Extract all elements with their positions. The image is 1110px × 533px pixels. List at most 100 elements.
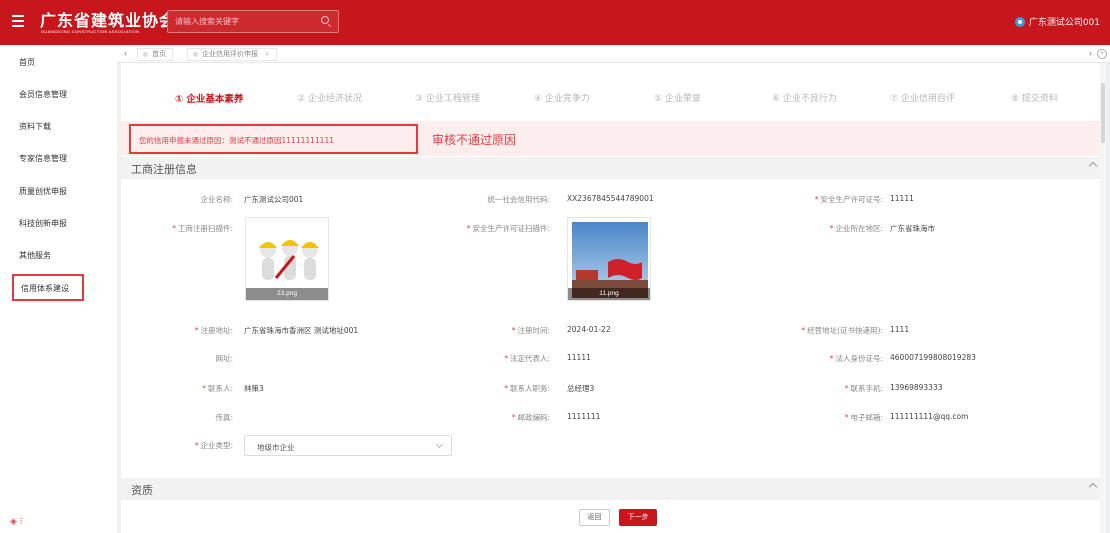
postcode-label-text: 邮政编码: — [517, 413, 550, 422]
step-1[interactable]: ① 企业基本素养 — [175, 91, 243, 105]
safety-scan-label-text: 安全生产许可证扫描件: — [472, 224, 550, 233]
reg-scan-label-text: 工商注册扫描件: — [177, 224, 233, 233]
safety-cert-value: 11111 — [890, 194, 914, 203]
step-7[interactable]: ⑦ 企业信用自评 — [890, 91, 955, 104]
company-type-value: 地级市企业 — [257, 443, 295, 452]
company-name-value: 广东测试公司001 — [244, 195, 304, 204]
chevron-up-icon[interactable] — [1088, 161, 1098, 171]
company-type-label-text: 企业类型: — [200, 441, 233, 450]
sidebar: 首页 会员信息管理 资料下载 专家信息管理 质量创优申报 科技创新申报 其他服务… — [0, 45, 117, 533]
scrollbar-thumb[interactable] — [1101, 83, 1105, 143]
tab-label: 企业信用评价申报 — [202, 50, 258, 58]
contact-label-text: 联系人: — [207, 384, 233, 393]
section-title: 工商注册信息 — [131, 163, 197, 176]
region-label: * 企业所在地区: — [829, 224, 883, 233]
menu-toggle-icon[interactable] — [12, 15, 24, 27]
tab-label: 首页 — [152, 50, 166, 58]
reg-scan-filename: 23.png — [246, 288, 328, 300]
logo-icon[interactable]: ◈ ⁝ — [10, 517, 23, 527]
tab-home[interactable]: 首页 — [137, 48, 173, 61]
sidebar-item-member[interactable]: 会员信息管理 — [19, 89, 67, 100]
sidebar-item-innovation[interactable]: 科技创新申报 — [19, 218, 67, 229]
search-icon[interactable] — [321, 16, 329, 24]
reg-time-value: 2024-01-22 — [567, 325, 611, 334]
tabs-prev-icon[interactable]: ‹ — [124, 48, 127, 58]
step-8[interactable]: ⑧ 提交资料 — [1011, 91, 1058, 104]
legal-rep-label-text: 法定代表人: — [509, 354, 550, 363]
legal-id-value: 460007199808019283 — [890, 353, 976, 362]
step-3[interactable]: ③ 企业工程管理 — [415, 91, 480, 104]
safety-scan-label: * 安全生产许可证扫描件: — [466, 224, 550, 233]
rejection-alert: 您的信用申报未通过原因：测试不通过原因11111111111 审核不通过原因 — [121, 121, 1106, 156]
logo-title: 广东省建筑业协会 — [40, 11, 177, 30]
section-header-registration[interactable]: 工商注册信息 — [121, 157, 1106, 179]
phone-label: * 联系手机: — [844, 384, 883, 393]
step-5[interactable]: ⑤ 企业荣誉 — [654, 91, 701, 104]
user-menu[interactable]: 广东测试公司001 — [1014, 15, 1100, 28]
scrollbar[interactable] — [1100, 63, 1106, 533]
top-header: 广东省建筑业协会 GUANGDONG CONSTRUCTION ASSOCIAT… — [0, 0, 1110, 45]
sidebar-item-credit[interactable]: 信用体系建设 — [12, 274, 84, 301]
postcode-value: 1111111 — [567, 412, 601, 421]
credit-code-value: XX2367845544789001 — [567, 194, 654, 203]
fax-label: 传真: — [215, 413, 233, 422]
reg-time-label-text: 注册时间: — [517, 326, 550, 335]
region-value: 广东省珠海市 — [890, 224, 935, 233]
rejection-message: 您的信用申报未通过原因：测试不通过原因11111111111 — [129, 124, 418, 154]
search-box — [167, 10, 339, 33]
chevron-up-icon[interactable] — [1088, 482, 1098, 492]
phone-label-text: 联系手机: — [850, 384, 883, 393]
legal-id-label: * 法人身份证号: — [829, 354, 883, 363]
safety-cert-label-text: 安全生产许可证号: — [820, 195, 883, 204]
contact-label: * 联系人: — [202, 384, 233, 393]
search-input[interactable] — [168, 11, 308, 32]
back-button[interactable]: 返回 — [579, 509, 610, 526]
reg-time-label: * 注册时间: — [511, 326, 550, 335]
credit-code-label: 统一社会信用代码: — [487, 195, 550, 204]
contact-title-label-text: 联系人职务: — [509, 384, 550, 393]
biz-address-value: 1111 — [890, 325, 910, 334]
logo-subtitle: GUANGDONG CONSTRUCTION ASSOCIATION — [41, 29, 140, 34]
tabs-next-icon[interactable]: › — [1089, 48, 1092, 58]
biz-address-label: * 经营地址(证书快递用): — [801, 326, 883, 335]
step-2[interactable]: ② 企业经济状况 — [297, 91, 362, 104]
close-icon[interactable]: × — [264, 50, 270, 58]
reg-scan-thumbnail[interactable]: 23.png — [245, 217, 329, 301]
region-label-text: 企业所在地区: — [835, 224, 883, 233]
reg-address-label-text: 注册地址: — [200, 326, 233, 335]
safety-cert-label: * 安全生产许可证号: — [814, 195, 883, 204]
email-value: 111111111@qq.com — [890, 412, 969, 421]
contact-title-value: 总经理3 — [567, 384, 595, 393]
sidebar-item-home[interactable]: 首页 — [19, 57, 35, 68]
sidebar-item-quality[interactable]: 质量创优申报 — [19, 186, 67, 197]
step-4[interactable]: ④ 企业竞争力 — [534, 91, 590, 104]
biz-address-label-text: 经营地址(证书快递用): — [807, 326, 883, 335]
tab-credit-apply[interactable]: 企业信用评价申报 × — [187, 48, 277, 61]
email-label-text: 电子邮箱: — [850, 413, 883, 422]
chevron-down-icon — [435, 440, 444, 449]
legal-rep-value: 11111 — [567, 353, 591, 362]
sidebar-item-downloads[interactable]: 资料下载 — [19, 121, 51, 132]
safety-scan-filename: 11.png — [568, 288, 650, 300]
contact-title-label: * 联系人职务: — [504, 384, 550, 393]
step-6[interactable]: ⑥ 企业不良行为 — [772, 91, 837, 104]
website-label: 网址: — [215, 354, 233, 363]
phone-value: 13969893333 — [890, 383, 943, 392]
step-nav: ① 企业基本素养 ② 企业经济状况 ③ 企业工程管理 ④ 企业竞争力 ⑤ 企业荣… — [121, 63, 1106, 121]
next-step-button[interactable]: 下一步 — [619, 509, 657, 526]
reg-address-label: * 注册地址: — [194, 326, 233, 335]
sidebar-item-experts[interactable]: 专家信息管理 — [19, 153, 67, 164]
sidebar-item-other[interactable]: 其他服务 — [19, 250, 51, 261]
user-name: 广东测试公司001 — [1028, 18, 1100, 28]
company-type-label: * 企业类型: — [194, 441, 233, 450]
avatar — [1014, 16, 1025, 27]
close-all-icon[interactable]: × — [1097, 49, 1107, 59]
reg-address-value: 广东省珠海市香洲区 测试地址001 — [244, 326, 359, 335]
safety-scan-thumbnail[interactable]: 11.png — [567, 217, 651, 301]
company-type-select[interactable]: 地级市企业 — [244, 435, 452, 456]
section-header-qualification[interactable]: 资质 — [121, 478, 1106, 500]
contact-value: 林策3 — [244, 384, 264, 393]
main-panel: ① 企业基本素养 ② 企业经济状况 ③ 企业工程管理 ④ 企业竞争力 ⑤ 企业荣… — [121, 63, 1106, 533]
worker-figures — [259, 240, 319, 280]
section-title: 资质 — [131, 484, 153, 497]
